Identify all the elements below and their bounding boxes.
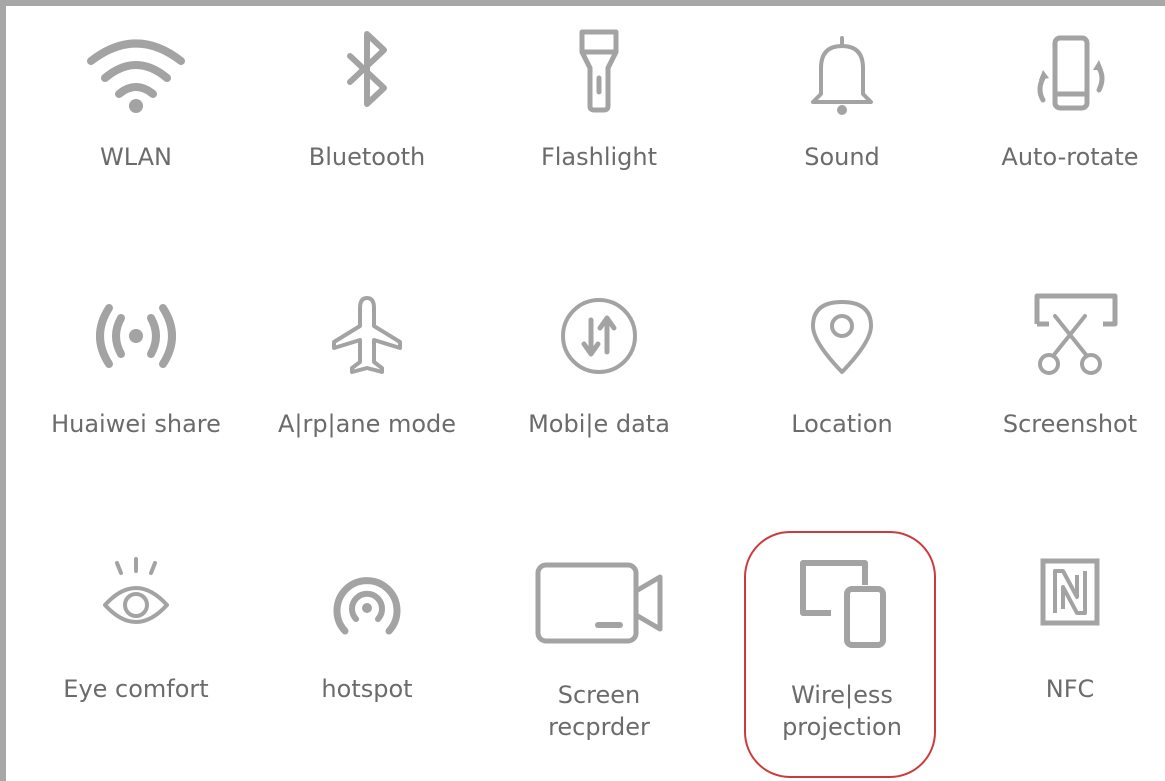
tile-location[interactable]: Location	[742, 286, 942, 446]
tile-bluetooth[interactable]: Bluetooth	[267, 26, 467, 186]
tile-wireless-projection[interactable]: Wire|ess projection	[742, 551, 942, 741]
tile-wlan[interactable]: WLAN	[36, 26, 236, 186]
tile-sound[interactable]: Sound	[742, 26, 942, 186]
flashlight-icon	[499, 26, 699, 136]
tile-label: Wire|ess projection	[782, 681, 902, 741]
tile-label: NFC	[1045, 675, 1095, 703]
tile-screenshot[interactable]: Screenshot	[970, 286, 1165, 446]
wifi-icon	[36, 26, 236, 136]
tile-flashlight[interactable]: Flashlight	[499, 26, 699, 186]
tile-label: A|rp|ane mode	[277, 410, 457, 438]
tile-eye-comfort[interactable]: Eye comfort	[36, 551, 236, 711]
tile-label: Bluetooth	[308, 143, 426, 171]
tile-huawei-share[interactable]: Huaiwei share	[36, 286, 236, 446]
tile-hotspot[interactable]: hotspot	[267, 551, 467, 711]
share-waves-icon	[36, 286, 236, 396]
tile-label: hotspot	[321, 675, 413, 703]
tile-label: Auto-rotate	[1001, 143, 1139, 171]
quick-settings-panel: WLAN Bluetooth Flashlight Sound Auto-rot…	[0, 0, 1165, 781]
tile-label: Eye comfort	[63, 675, 209, 703]
hotspot-icon	[267, 551, 467, 661]
nfc-icon	[970, 551, 1165, 661]
tile-label: Mobi|e data	[528, 410, 670, 438]
tile-label: Huaiwei share	[51, 410, 221, 438]
bluetooth-icon	[267, 26, 467, 136]
tile-label: Flashlight	[540, 143, 658, 171]
wireless-projection-icon	[742, 551, 942, 661]
tile-nfc[interactable]: NFC	[970, 551, 1165, 711]
tile-screen-recorder[interactable]: Screen recprder	[499, 551, 699, 741]
tile-airplane-mode[interactable]: A|rp|ane mode	[267, 286, 467, 446]
scissors-icon	[970, 286, 1165, 396]
bell-icon	[742, 26, 942, 136]
eye-icon	[36, 551, 236, 661]
tile-label: Location	[791, 410, 893, 438]
location-pin-icon	[742, 286, 942, 396]
tile-label: Screen recprder	[548, 681, 650, 741]
video-camera-icon	[499, 551, 699, 661]
tile-label: WLAN	[99, 143, 173, 171]
tile-label: Sound	[804, 143, 880, 171]
auto-rotate-icon	[970, 26, 1165, 136]
tile-mobile-data[interactable]: Mobi|e data	[499, 286, 699, 446]
mobile-data-icon	[499, 286, 699, 396]
tile-label: Screenshot	[1002, 410, 1138, 438]
tile-auto-rotate[interactable]: Auto-rotate	[970, 26, 1165, 186]
airplane-icon	[267, 286, 467, 396]
